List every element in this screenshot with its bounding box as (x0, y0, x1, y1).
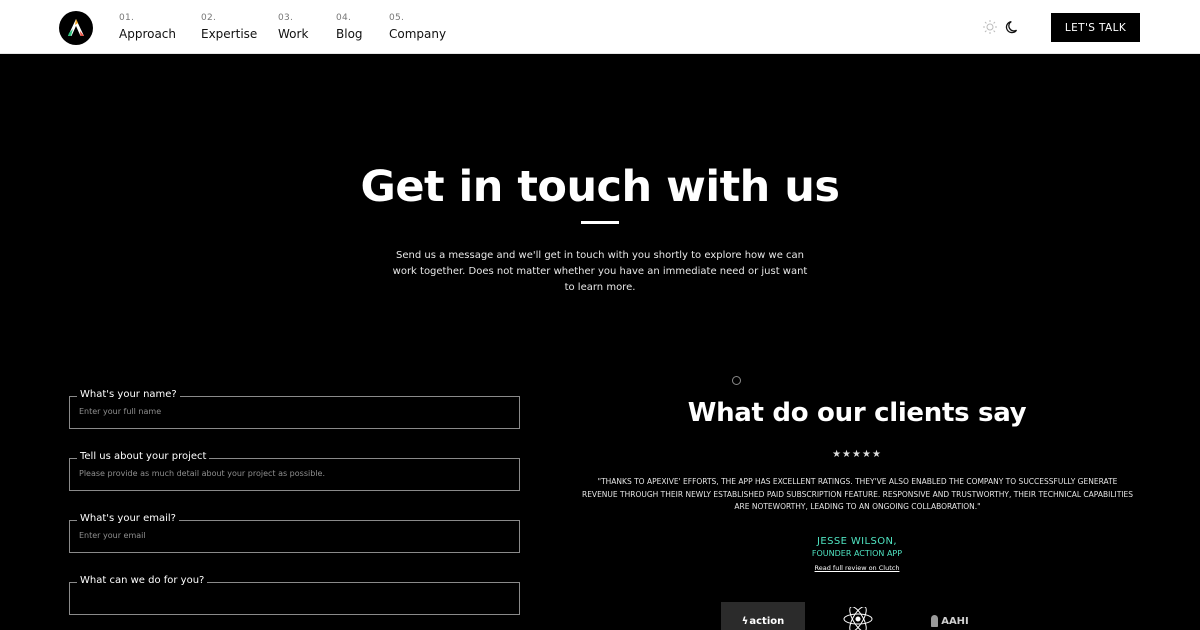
name-field: What's your name? (69, 389, 520, 429)
clutch-review-link[interactable]: Read full review on Clutch (557, 564, 1157, 572)
testimonial-role: FOUNDER ACTION APP (811, 549, 903, 558)
testimonials-title: What do our clients say (687, 398, 1027, 428)
name-input[interactable] (79, 407, 509, 416)
service-input[interactable] (79, 593, 509, 602)
service-field: What can we do for you? (69, 575, 520, 615)
nav-label: Work (278, 27, 309, 41)
nav-number: 05. (389, 13, 405, 23)
page-title: Get in touch with us (360, 162, 840, 212)
nav-label: Company (389, 27, 447, 41)
client-logo-text: AAHI (941, 615, 969, 627)
nav-blog[interactable]: 04. Blog (336, 13, 363, 41)
client-tab-atom[interactable] (838, 602, 878, 630)
email-field: What's your email? (69, 513, 520, 553)
nav-label: Blog (336, 27, 363, 41)
project-field: Tell us about your project (69, 451, 520, 491)
client-tab-action[interactable]: ϟ action (721, 602, 805, 630)
sun-icon[interactable] (982, 19, 998, 35)
rating-stars: ★★★★★ (832, 449, 882, 460)
person-silhouette-icon (931, 615, 939, 627)
site-header: 01. Approach 02. Expertise 03. Work 04. … (0, 0, 1200, 54)
name-field-label: What's your name? (77, 389, 180, 400)
atom-logo-icon (843, 607, 873, 630)
moon-icon[interactable] (1005, 19, 1021, 35)
nav-work[interactable]: 03. Work (278, 13, 308, 41)
nav-label: Expertise (201, 27, 258, 41)
title-underline (581, 221, 619, 224)
testimonial-author: JESSE WILSON, (817, 536, 897, 547)
testimonial-quote: "Thanks to Apexive' efforts, the app has… (581, 477, 1134, 511)
project-input[interactable] (79, 469, 509, 478)
apexive-logo-icon[interactable] (59, 11, 93, 45)
nav-approach[interactable]: 01. Approach (119, 13, 176, 41)
nav-label: Approach (119, 27, 177, 41)
service-field-label: What can we do for you? (77, 575, 208, 586)
email-input[interactable] (79, 531, 509, 540)
project-field-label: Tell us about your project (77, 451, 210, 462)
nav-company[interactable]: 05. Company (389, 13, 446, 41)
nav-expertise[interactable]: 02. Expertise (201, 13, 257, 41)
nav-number: 01. (119, 13, 135, 23)
client-logo-text: action (749, 615, 785, 627)
client-tab-aahi[interactable]: AAHI (920, 602, 980, 630)
nav-number: 03. (278, 13, 294, 23)
page-subtitle: Send us a message and we'll get in touch… (392, 250, 808, 293)
nav-number: 04. (336, 13, 352, 23)
carousel-dot[interactable] (732, 376, 741, 385)
bolt-icon: ϟ (741, 615, 749, 627)
lets-talk-button[interactable]: LET'S TALK (1051, 13, 1140, 42)
email-field-label: What's your email? (77, 513, 179, 524)
nav-number: 02. (201, 13, 217, 23)
